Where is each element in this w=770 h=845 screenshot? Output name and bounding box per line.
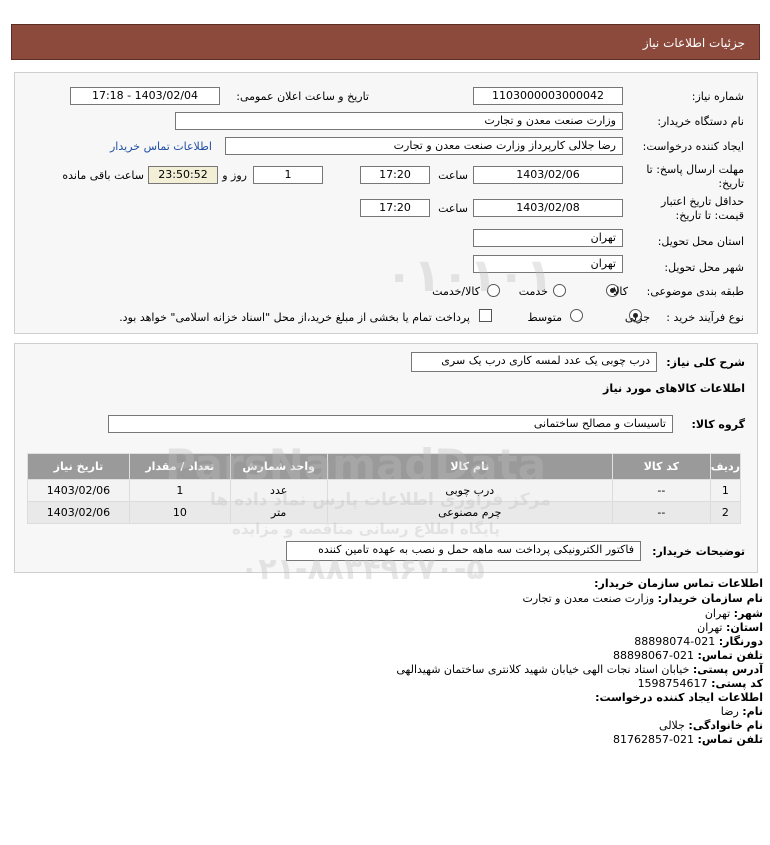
- buyer-org-field: وزارت صنعت معدن و تجارت: [175, 112, 623, 130]
- validity-label-date: قیمت: تا تاریخ:: [675, 209, 744, 222]
- province-field: تهران: [473, 229, 623, 247]
- treasury-note: پرداخت تمام یا بخشی از مبلغ خرید،از محل …: [119, 311, 470, 324]
- watermark-line2: پایگاه اطلاع رسانی مناقصه و مزایده: [232, 520, 500, 538]
- first-name-label: نام:: [742, 705, 763, 718]
- cell-date: 1403/02/06: [27, 479, 130, 502]
- page-title: جزئیات اطلاعات نیاز: [642, 36, 745, 50]
- creator-phone-line: تلفن تماس: 021-81762857: [613, 733, 763, 746]
- validity-time-label: ساعت: [438, 202, 468, 215]
- category-option-goods: کالا: [613, 285, 628, 298]
- buyer-org-label: نام دستگاه خریدار:: [657, 115, 744, 128]
- contact-province-label: استان:: [726, 621, 763, 634]
- col-date: تاریخ نیاز: [27, 453, 130, 480]
- remaining-time-field: 23:50:52: [148, 166, 218, 184]
- deadline-time-field: 17:20: [360, 166, 430, 184]
- announce-field: 1403/02/04 - 17:18: [70, 87, 220, 105]
- creator-phone-label: تلفن تماس:: [697, 733, 763, 746]
- cell-date: 1403/02/06: [27, 501, 130, 524]
- buyer-name-label: نام سازمان خریدار:: [657, 592, 763, 605]
- buyer-name-line: نام سازمان خریدار: وزارت صنعت معدن و تجا…: [522, 592, 763, 605]
- watermark-brand: ParsNamadData: [165, 440, 546, 489]
- first-name-value: رضا: [720, 705, 739, 718]
- creator-contact-title: اطلاعات ایجاد کننده درخواست:: [595, 691, 763, 704]
- process-option-minor: جزیی: [624, 311, 650, 324]
- validity-time-field: 17:20: [360, 199, 430, 217]
- watermark-line1: مرکز فراوری اطلاعات پارس نماد داده ها: [210, 490, 551, 510]
- city-line: شهر: تهران: [705, 607, 763, 620]
- postal-value: 1598754617: [637, 677, 708, 690]
- days-label: روز و: [222, 169, 247, 182]
- phone-value: 021-88898067: [613, 649, 695, 662]
- treasury-checkbox[interactable]: [479, 309, 492, 322]
- deadline-time-label: ساعت: [438, 169, 468, 182]
- cell-code: --: [611, 479, 711, 502]
- last-name-value: جلالی: [659, 719, 685, 732]
- validity-date-field: 1403/02/08: [473, 199, 623, 217]
- postal-label: کد پستی:: [711, 677, 763, 690]
- summary-label: شرح کلی نیاز:: [666, 356, 745, 369]
- summary-field: درب چوبی یک عدد لمسه کاری درب یک سری: [411, 352, 657, 372]
- deadline-label: مهلت ارسال پاسخ: تا: [646, 163, 744, 176]
- contact-city-value: تهران: [704, 607, 731, 620]
- col-code: کد کالا: [611, 453, 711, 480]
- process-option-medium: متوسط: [527, 311, 562, 324]
- buyer-contact-link[interactable]: اطلاعات تماس خریدار: [110, 140, 212, 153]
- fax-label: دورنگار:: [718, 635, 763, 648]
- phone-line: تلفن تماس: 021-88898067: [613, 649, 763, 662]
- province-line: استان: تهران: [697, 621, 763, 634]
- buyer-notes-label: توضیحات خریدار:: [652, 545, 745, 558]
- category-label: طبقه بندی موضوعی:: [646, 285, 744, 298]
- process-label: نوع فرآیند خرید :: [666, 311, 744, 324]
- creator-label: ایجاد کننده درخواست:: [642, 140, 744, 153]
- category-radio-service[interactable]: [553, 284, 566, 297]
- goods-info-title: اطلاعات کالاهای مورد نیاز: [603, 382, 745, 395]
- days-field: 1: [253, 166, 323, 184]
- contact-province-value: تهران: [697, 621, 723, 634]
- watermark-phone: ۰۲۱-۸۸۳۴۹۶۷۰-۵: [240, 552, 485, 587]
- org-contact-title: اطلاعات تماس سازمان خریدار:: [594, 577, 763, 590]
- province-label: استان محل تحویل:: [657, 235, 744, 248]
- need-number-label: شماره نیاز:: [691, 90, 744, 103]
- last-name-label: نام خانوادگی:: [688, 719, 763, 732]
- col-row: ردیف: [709, 453, 742, 480]
- fax-line: دورنگار: 021-88898074: [634, 635, 763, 648]
- deadline-label-date: تاریخ:: [718, 177, 744, 190]
- phone-label: تلفن تماس:: [697, 649, 763, 662]
- goods-group-label: گروه کالا:: [691, 418, 745, 431]
- remaining-label: ساعت باقی مانده: [62, 169, 144, 182]
- fax-value: 021-88898074: [634, 635, 716, 648]
- goods-group-field: تاسیسات و مصالح ساختمانی: [108, 415, 673, 433]
- cell-code: --: [611, 501, 711, 524]
- postal-line: کد پستی: 1598754617: [638, 677, 763, 690]
- validity-label: حداقل تاریخ اعتبار: [660, 195, 744, 208]
- process-radio-medium[interactable]: [570, 309, 583, 322]
- address-value: خیابان استاد نجات الهی خیابان شهید کلانت…: [396, 663, 690, 676]
- buyer-name-value: وزارت صنعت معدن و تجارت: [522, 592, 655, 605]
- creator-field: رضا جلالی کارپرداز وزارت صنعت معدن و تجا…: [225, 137, 623, 155]
- city-label: شهر محل تحویل:: [664, 261, 744, 274]
- last-name-line: نام خانوادگی: جلالی: [659, 719, 763, 732]
- creator-phone-value: 021-81762857: [613, 733, 695, 746]
- contact-city-label: شهر:: [733, 607, 763, 620]
- first-name-line: نام: رضا: [721, 705, 763, 718]
- page-header: جزئیات اطلاعات نیاز: [11, 24, 760, 60]
- address-line: آدرس پستی: خیابان استاد نجات الهی خیابان…: [396, 663, 763, 676]
- watermark-digits: ۰۱۰۱۰۱: [385, 248, 554, 302]
- cell-row: 1: [709, 479, 742, 502]
- announce-label: تاریخ و ساعت اعلان عمومی:: [236, 90, 369, 103]
- address-label: آدرس پستی:: [692, 663, 763, 676]
- deadline-date-field: 1403/02/06: [473, 166, 623, 184]
- need-number-field: 1103000003000042: [473, 87, 623, 105]
- cell-row: 2: [709, 501, 742, 524]
